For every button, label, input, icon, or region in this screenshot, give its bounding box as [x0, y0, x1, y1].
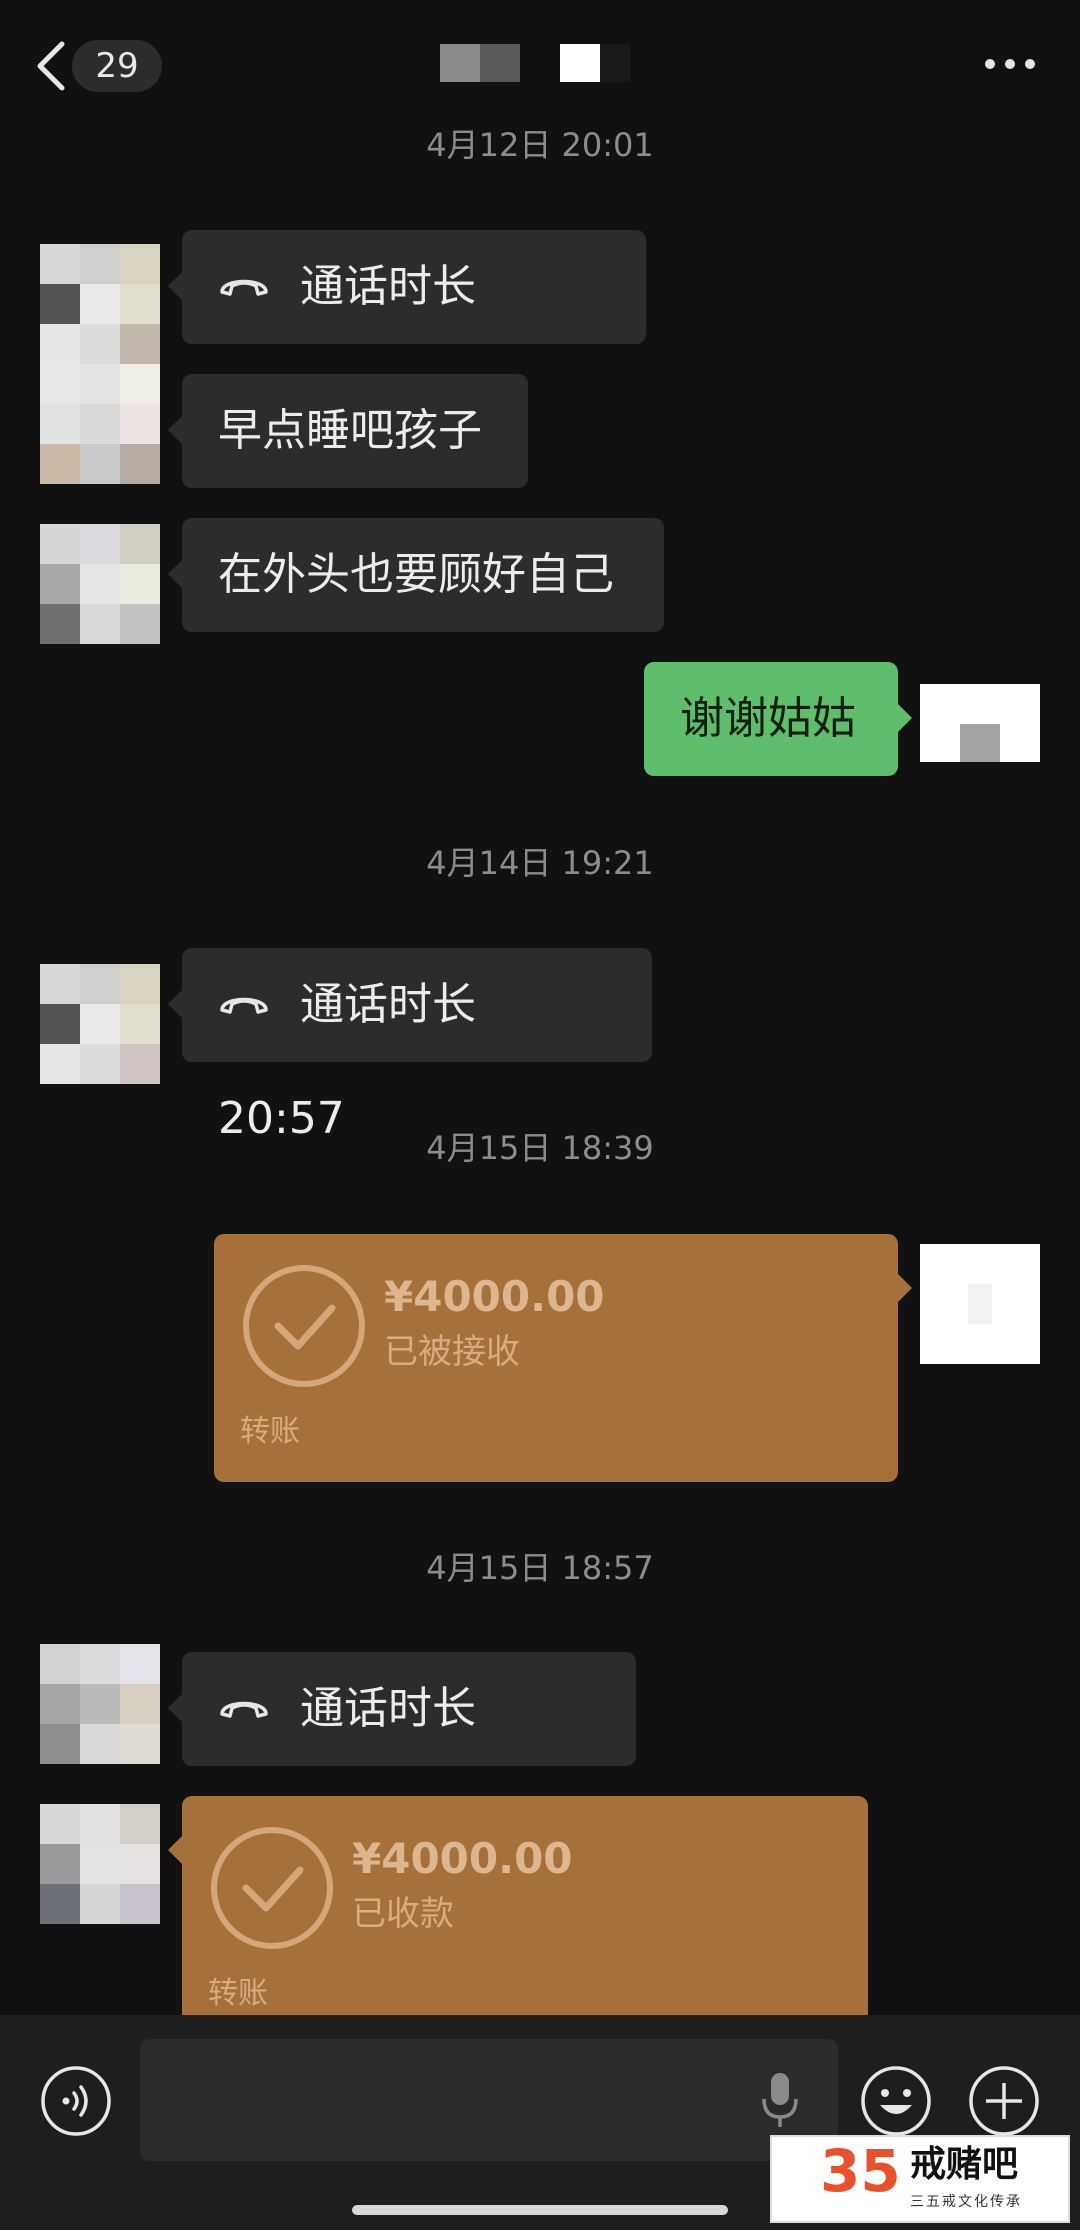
contact-avatar[interactable] — [40, 964, 160, 1084]
contact-avatar[interactable] — [40, 524, 160, 644]
chat-header: 29 — [0, 0, 1080, 130]
watermark-number: 35 — [820, 2137, 901, 2205]
call-record-bubble[interactable]: 通话时长 20:57 — [168, 948, 652, 1144]
phone-hangup-icon — [220, 1701, 268, 1718]
phone-hangup-icon — [220, 997, 268, 1014]
watermark-tagline: 三五戒文化传承 — [910, 2194, 1022, 2210]
check-circle-icon — [211, 1827, 333, 1949]
message-input[interactable] — [140, 2039, 838, 2161]
incoming-text-bubble[interactable]: 早点睡吧孩子 — [168, 374, 528, 488]
message-timestamp: 4月15日 18:39 — [426, 1129, 654, 1167]
contact-avatar[interactable] — [40, 1644, 160, 1764]
home-indicator[interactable] — [352, 2205, 728, 2215]
emoji-icon[interactable] — [860, 2065, 932, 2137]
transfer-label: 转账 — [240, 1414, 300, 1449]
transfer-amount: ¥4000.00 — [384, 1272, 605, 1321]
unread-count-badge[interactable]: 29 — [72, 40, 162, 92]
message-text: 早点睡吧孩子 — [218, 405, 482, 456]
message-timestamp: 4月14日 19:21 — [426, 844, 654, 882]
transfer-label: 转账 — [208, 1976, 268, 2011]
contact-avatar[interactable] — [40, 364, 160, 484]
contact-avatar[interactable] — [40, 244, 160, 364]
transfer-amount: ¥4000.00 — [352, 1834, 573, 1883]
message-text: 谢谢姑姑 — [680, 693, 856, 744]
message-timestamp: 4月15日 18:57 — [426, 1549, 654, 1587]
call-record-bubble[interactable]: 通话时长 15:52 — [168, 230, 646, 426]
transfer-status: 已被接收 — [384, 1332, 520, 1372]
call-record-bubble[interactable]: 通话时长 13:51 — [168, 1652, 636, 1848]
watermark-name: 戒赌吧 — [910, 2144, 1019, 2185]
back-chevron-icon[interactable] — [32, 36, 72, 96]
contact-avatar[interactable] — [40, 1804, 160, 1924]
transfer-card-sent[interactable]: ¥4000.00 已被接收 转账 — [214, 1234, 912, 1482]
my-avatar-redacted[interactable] — [920, 1244, 1040, 1364]
transfer-status: 已收款 — [352, 1894, 454, 1934]
microphone-icon[interactable] — [760, 2071, 800, 2129]
my-avatar-redacted[interactable] — [920, 684, 1040, 762]
voice-mode-icon[interactable] — [40, 2065, 112, 2137]
incoming-text-bubble[interactable]: 在外头也要顾好自己 — [168, 518, 664, 632]
more-options-icon[interactable] — [982, 52, 1038, 76]
message-text: 在外头也要顾好自己 — [218, 549, 614, 600]
phone-hangup-icon — [220, 279, 268, 296]
plus-icon[interactable] — [968, 2065, 1040, 2137]
watermark-logo: 35 戒赌吧 三五戒文化传承 — [770, 2135, 1070, 2223]
outgoing-text-bubble[interactable]: 谢谢姑姑 — [644, 662, 912, 776]
message-timestamp: 4月12日 20:01 — [426, 126, 654, 164]
check-circle-icon — [243, 1265, 365, 1387]
